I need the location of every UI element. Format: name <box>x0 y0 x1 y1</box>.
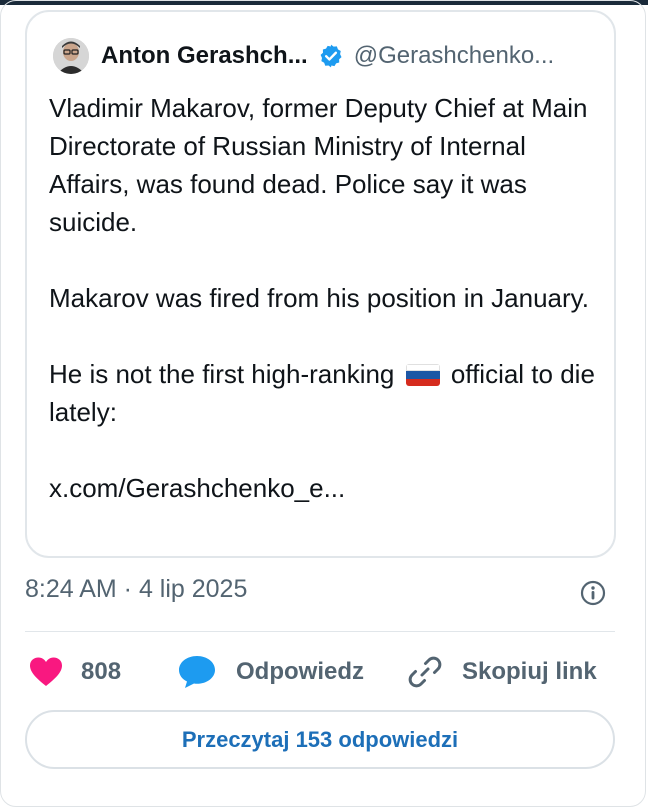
quoted-author-handle: @Gerashchenko... <box>353 42 555 69</box>
reply-button[interactable]: Odpowiedz <box>178 650 364 694</box>
quoted-author-name[interactable]: Anton Gerashch... <box>101 42 308 70</box>
verified-badge-icon <box>318 43 344 69</box>
divider <box>25 631 615 632</box>
copy-link-label: Skopiuj link <box>462 658 597 685</box>
quoted-tweet-header: Anton Gerashch... @Gerashchenko... <box>53 34 554 78</box>
quoted-paragraph-2: Makarov was fired from his position in J… <box>49 283 589 313</box>
quoted-link[interactable]: x.com/Gerashchenko_e... <box>49 469 605 507</box>
action-bar: 808 Odpowiedz Skopiuj link <box>25 650 615 694</box>
russia-flag-icon <box>405 364 440 386</box>
info-icon[interactable] <box>580 580 606 606</box>
paragraph-3-start: He is not the first high-ranking <box>49 359 402 389</box>
quoted-tweet-text: Vladimir Makarov, former Deputy Chief at… <box>49 89 605 507</box>
heart-icon <box>29 657 63 687</box>
quoted-paragraph-3: He is not the first high-ranking officia… <box>49 355 605 431</box>
reply-label: Odpowiedz <box>236 658 364 685</box>
speech-bubble-icon <box>178 655 216 689</box>
like-count: 808 <box>81 658 122 685</box>
like-button[interactable]: 808 <box>29 650 121 694</box>
link-icon <box>408 655 442 689</box>
avatar[interactable] <box>53 38 89 74</box>
quoted-tweet-card[interactable]: Anton Gerashch... @Gerashchenko... Vladi… <box>25 10 616 558</box>
read-replies-button[interactable]: Przeczytaj 153 odpowiedzi <box>25 710 615 769</box>
tweet-timestamp[interactable]: 8:24 AM · 4 lip 2025 <box>25 575 247 604</box>
copy-link-button[interactable]: Skopiuj link <box>408 650 597 694</box>
quoted-paragraph-1: Vladimir Makarov, former Deputy Chief at… <box>49 93 588 237</box>
